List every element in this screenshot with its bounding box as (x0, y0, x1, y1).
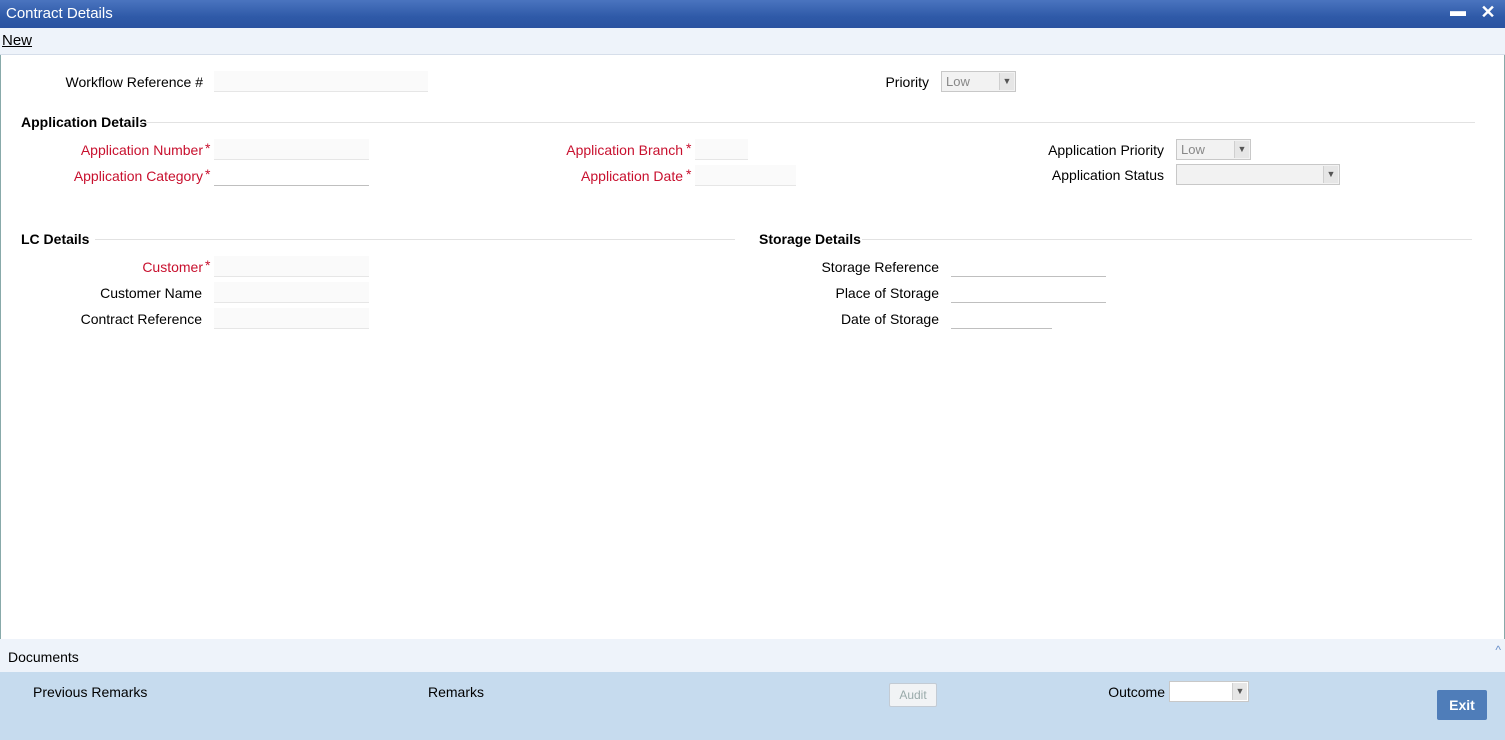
priority-select[interactable]: Low ▼ (941, 71, 1016, 92)
contract-reference-label: Contract Reference (80, 311, 202, 327)
application-branch-label: Application Branch (566, 142, 683, 158)
documents-link[interactable]: Documents (8, 649, 79, 665)
application-priority-value: Low (1181, 142, 1205, 157)
close-icon[interactable]: ✕ (1477, 2, 1499, 24)
new-link[interactable]: New (2, 32, 32, 49)
priority-value: Low (946, 74, 970, 89)
chevron-down-icon: ▼ (1232, 683, 1247, 700)
previous-remarks-link[interactable]: Previous Remarks (33, 684, 147, 700)
menu-bar: New (0, 28, 1505, 55)
customer-input[interactable] (214, 256, 369, 277)
application-details-heading: Application Details (21, 114, 148, 130)
chevron-down-icon: ▼ (999, 73, 1014, 90)
contract-reference-input[interactable] (214, 308, 369, 329)
chevron-down-icon: ▼ (1323, 166, 1338, 183)
section-divider (862, 239, 1472, 240)
application-priority-select[interactable]: Low ▼ (1176, 139, 1251, 160)
application-category-label: Application Category (73, 168, 203, 184)
collapse-icon[interactable]: ^ (1495, 643, 1501, 657)
priority-label: Priority (885, 74, 929, 90)
required-marker: * (686, 166, 692, 182)
customer-label: Customer (142, 259, 203, 275)
workflow-reference-label: Workflow Reference # (65, 74, 203, 90)
application-number-input[interactable] (214, 139, 369, 160)
customer-name-input[interactable] (214, 282, 369, 303)
place-of-storage-input[interactable] (951, 282, 1106, 303)
application-date-input[interactable] (695, 165, 796, 186)
audit-button[interactable]: Audit (889, 683, 937, 707)
application-status-label: Application Status (1051, 167, 1164, 183)
documents-bar: Documents ^ (0, 639, 1505, 672)
storage-reference-input[interactable] (951, 256, 1106, 277)
lc-details-heading: LC Details (21, 231, 90, 247)
minimize-icon[interactable]: ▬ (1449, 3, 1467, 23)
workflow-reference-input[interactable] (214, 71, 428, 92)
footer-bar (0, 672, 1505, 740)
date-of-storage-input[interactable] (951, 308, 1052, 329)
outcome-label: Outcome (1108, 684, 1165, 700)
storage-details-heading: Storage Details (759, 231, 861, 247)
exit-button[interactable]: Exit (1437, 690, 1487, 720)
place-of-storage-label: Place of Storage (835, 285, 939, 301)
section-divider (140, 122, 1475, 123)
application-status-select[interactable]: ▼ (1176, 164, 1340, 185)
customer-name-label: Customer Name (100, 285, 202, 301)
application-number-label: Application Number (80, 142, 203, 158)
window-title: Contract Details (6, 5, 113, 22)
section-divider (95, 239, 735, 240)
date-of-storage-label: Date of Storage (840, 311, 939, 327)
required-marker: * (205, 257, 211, 273)
required-marker: * (205, 166, 211, 182)
chevron-down-icon: ▼ (1234, 141, 1249, 158)
application-category-input[interactable] (214, 165, 369, 186)
required-marker: * (686, 140, 692, 156)
application-date-label: Application Date (581, 168, 683, 184)
outcome-select[interactable]: ▼ (1169, 681, 1249, 702)
application-branch-input[interactable] (695, 139, 748, 160)
window-title-bar: Contract Details ▬ ✕ (0, 0, 1505, 28)
required-marker: * (205, 140, 211, 156)
storage-reference-label: Storage Reference (821, 259, 939, 275)
remarks-link[interactable]: Remarks (428, 684, 484, 700)
application-priority-label: Application Priority (1048, 142, 1164, 158)
